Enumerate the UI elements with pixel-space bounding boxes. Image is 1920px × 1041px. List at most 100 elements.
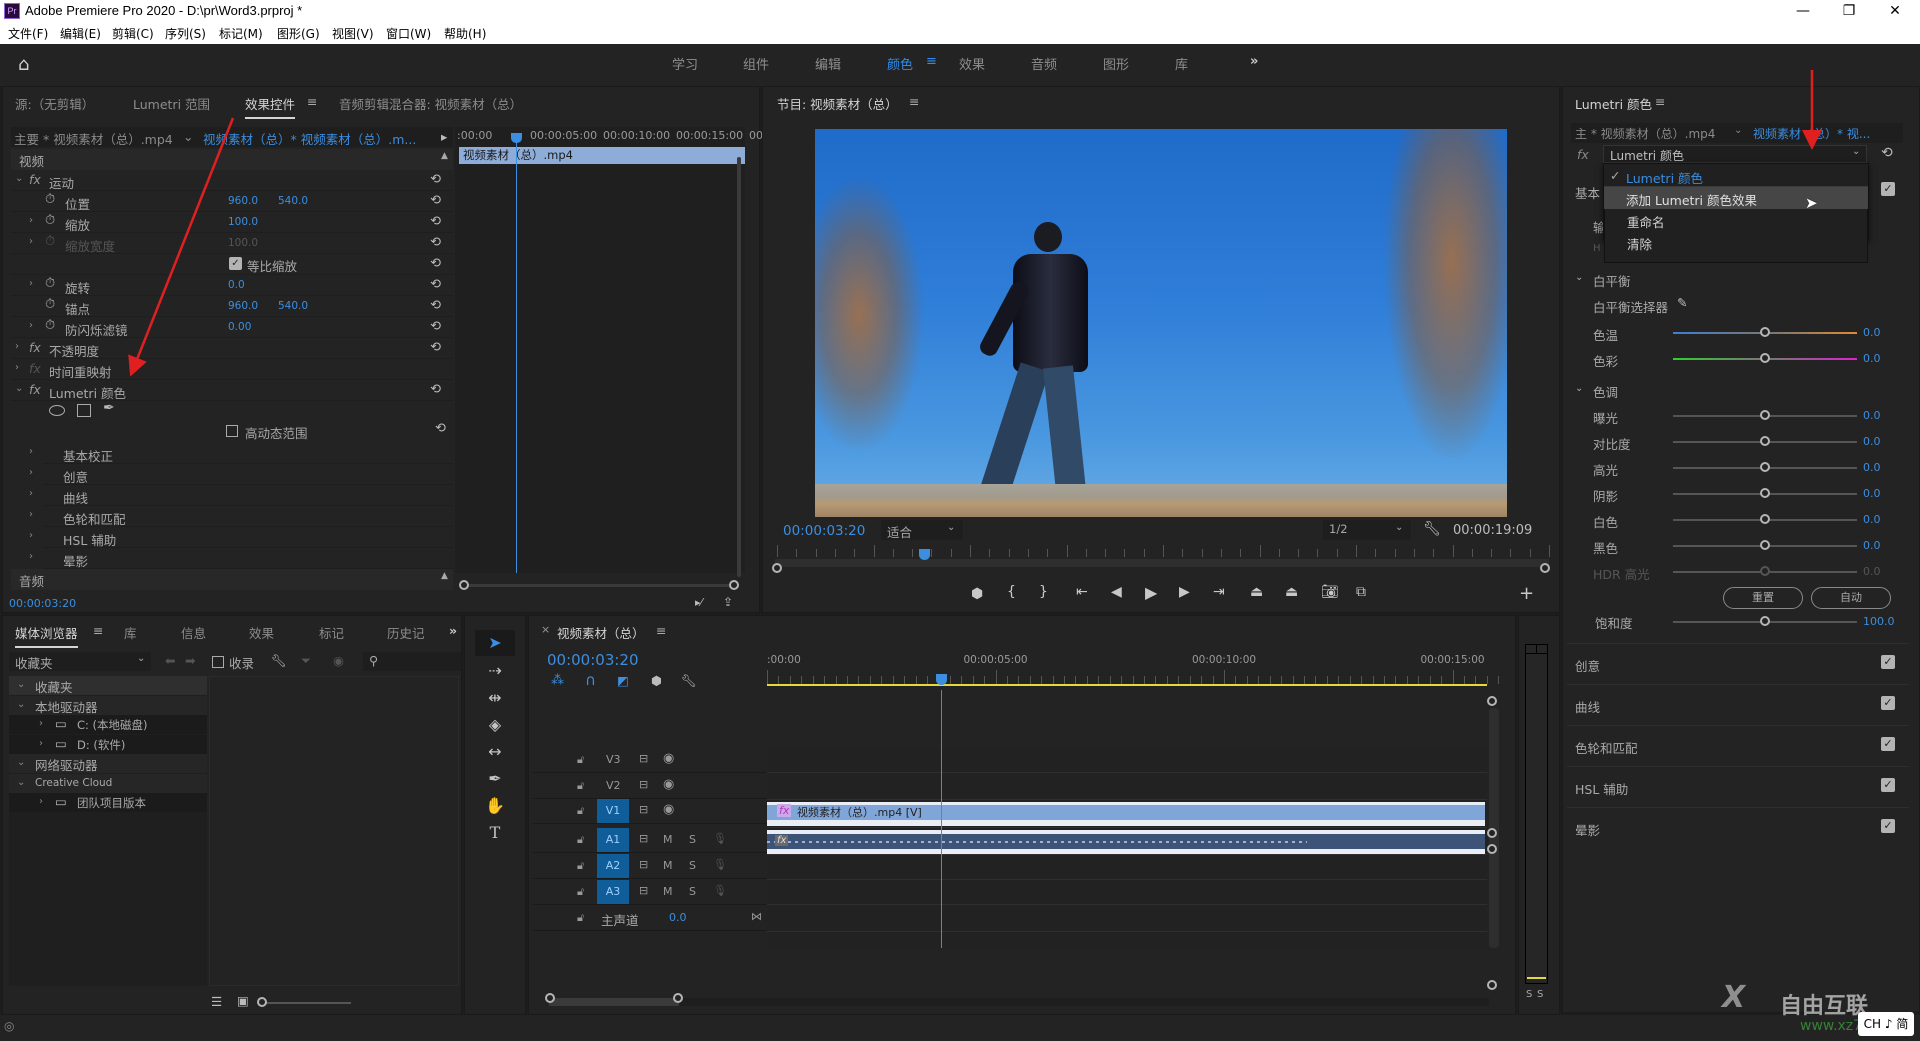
chevron-right-icon[interactable]: ›: [29, 509, 33, 520]
menu-item-add-lumetri[interactable]: 添加 Lumetri 颜色效果: [1604, 187, 1868, 209]
effect-mini-timeline[interactable]: :00:0000:00:05:0000:00:10:0000:00:15:000…: [455, 127, 774, 573]
menu-sequence[interactable]: 序列(S): [165, 25, 206, 42]
program-scrub-bar[interactable]: [775, 559, 1549, 567]
zoom-handle-right[interactable]: [729, 580, 739, 590]
play-icon[interactable]: ▶: [1145, 583, 1157, 602]
basic-correction-checkbox[interactable]: ✓: [1881, 182, 1895, 196]
effect-row[interactable]: › ⏱︎ 缩放宽度 100.0 ⟲: [11, 233, 453, 254]
pen-tool-icon[interactable]: ✒: [475, 766, 515, 792]
slider-knob[interactable]: [1760, 540, 1770, 550]
solo-button[interactable]: S: [689, 885, 696, 898]
collapse-up-icon[interactable]: ▲: [441, 571, 448, 581]
lumetri-section-checkbox[interactable]: ✓: [1881, 819, 1895, 833]
saturation-slider-knob[interactable]: [1760, 616, 1770, 626]
lumetri-section-checkbox[interactable]: ✓: [1881, 655, 1895, 669]
workspace-menu-icon[interactable]: ≡: [926, 54, 937, 69]
location-dropdown[interactable]: 收藏夹 ⌄: [9, 652, 151, 671]
stopwatch-icon[interactable]: ⏱︎: [45, 213, 55, 228]
media-tree-item[interactable]: ⌄ 本地驱动器: [9, 695, 207, 715]
media-tree-item[interactable]: › ▭ D: (软件): [9, 734, 207, 754]
slider-track-right[interactable]: [1769, 415, 1857, 417]
chevron-down-icon[interactable]: ⌄: [17, 699, 25, 710]
tab-source[interactable]: 源:（无剪辑）: [15, 94, 94, 113]
effect-row[interactable]: › ⏱︎ 旋转 0.0 ⟲: [11, 275, 453, 296]
vscroll-handle-mid[interactable]: [1487, 828, 1497, 838]
menu-graphics[interactable]: 图形(G): [277, 25, 320, 42]
mini-timeline-zoom-bar[interactable]: [461, 584, 739, 587]
lumetri-section-header[interactable]: 创意 ✓: [1567, 643, 1909, 683]
tab-info[interactable]: 信息: [181, 623, 206, 642]
more-tabs-icon[interactable]: »: [449, 623, 457, 638]
effect-row[interactable]: ⏱︎ 锚点 960.0 540.0 ⟲: [11, 296, 453, 317]
fx-icon[interactable]: fx: [29, 382, 41, 397]
chevron-down-icon[interactable]: ⌄: [1575, 272, 1583, 283]
slider-knob[interactable]: [1760, 488, 1770, 498]
lock-icon[interactable]: 🔓︎: [577, 779, 584, 793]
slider-value[interactable]: 0.0: [1863, 539, 1881, 552]
panel-menu-icon[interactable]: ≡: [656, 623, 666, 638]
stopwatch-icon[interactable]: ⏱︎: [45, 276, 55, 291]
chevron-right-icon[interactable]: ›: [39, 718, 43, 729]
step-forward-icon[interactable]: ▶: [1179, 584, 1190, 600]
lock-icon[interactable]: 🔓︎: [577, 833, 584, 847]
tab-menu-icon[interactable]: ≡: [307, 94, 317, 109]
stopwatch-icon[interactable]: ⏱︎: [45, 234, 55, 249]
mark-out-icon[interactable]: }: [1039, 584, 1048, 600]
microphone-icon[interactable]: 🎙︎: [713, 858, 727, 871]
slider-knob[interactable]: [1760, 436, 1770, 446]
play-triangle-icon[interactable]: ▸: [441, 129, 447, 144]
timeline-playhead[interactable]: [935, 674, 947, 685]
solo-right-button[interactable]: S: [1537, 989, 1543, 1000]
lock-icon[interactable]: 🔓︎: [577, 753, 584, 767]
effect-row[interactable]: › ⏱︎ 防闪烁滤镜 0.00 ⟲: [11, 317, 453, 338]
lumetri-clip-label[interactable]: 视频素材（总）* 视...: [1753, 125, 1870, 142]
view-icon[interactable]: ◉: [333, 653, 344, 668]
sequence-clip-label[interactable]: 视频素材（总）* 视频素材（总）.m...: [203, 129, 416, 148]
track-label[interactable]: V3: [606, 753, 621, 766]
hand-tool-icon[interactable]: ✋: [475, 793, 515, 819]
close-button[interactable]: ✕: [1872, 0, 1918, 22]
slider-knob[interactable]: [1760, 462, 1770, 472]
list-view-icon[interactable]: ☰: [211, 994, 222, 1009]
menu-edit[interactable]: 编辑(E): [60, 25, 101, 42]
property-value[interactable]: 0.0: [228, 279, 245, 291]
property-value[interactable]: 540.0: [278, 300, 308, 312]
filter-icon[interactable]: ▸⁄: [695, 596, 702, 609]
nest-icon[interactable]: ⁂: [551, 673, 564, 688]
wrench-icon[interactable]: 🔧︎: [1423, 521, 1441, 537]
saturation-value[interactable]: 100.0: [1863, 615, 1895, 628]
reset-icon[interactable]: ⟲: [430, 382, 441, 397]
timeline-sequence-title[interactable]: 视频素材（总）: [557, 623, 645, 642]
menu-item-clear[interactable]: 清除: [1627, 234, 1652, 253]
lumetri-section-row[interactable]: › 晕影: [29, 548, 453, 569]
menu-file[interactable]: 文件(F): [8, 25, 48, 42]
lumetri-section-row[interactable]: › HSL 辅助: [29, 527, 453, 548]
chevron-right-icon[interactable]: ›: [29, 215, 33, 226]
tab-history[interactable]: 历史记: [387, 623, 425, 642]
go-to-in-icon[interactable]: ⇤: [1076, 584, 1088, 600]
mute-button[interactable]: M: [663, 833, 673, 846]
vscroll-handle-mid2[interactable]: [1487, 844, 1497, 854]
slider-track-right[interactable]: [1769, 332, 1857, 334]
hscroll-handle-right[interactable]: [673, 993, 683, 1003]
menu-help[interactable]: 帮助(H): [444, 25, 486, 42]
slider-knob[interactable]: [1760, 566, 1770, 576]
track-target-toggle[interactable]: A1: [597, 828, 629, 852]
master-track-value[interactable]: 0.0: [669, 911, 687, 924]
export-icon[interactable]: ⇪: [723, 595, 733, 609]
fx-icon[interactable]: fx: [29, 172, 41, 187]
reset-icon[interactable]: ⟲: [430, 277, 441, 292]
extract-icon[interactable]: ⏏: [1285, 584, 1298, 600]
reset-icon[interactable]: ⟲: [430, 256, 441, 271]
tab-effect-controls[interactable]: 效果控件: [245, 94, 296, 119]
chevron-right-icon[interactable]: ›: [29, 320, 33, 331]
solo-left-button[interactable]: S: [1526, 989, 1532, 1000]
video-clip-v1[interactable]: fx 视频素材（总）.mp4 [V]: [767, 802, 1485, 826]
chevron-down-icon[interactable]: ⌄: [17, 679, 25, 690]
effect-row[interactable]: ✓ 等比缩放 ⟲: [11, 254, 453, 275]
property-value[interactable]: 960.0: [228, 195, 258, 207]
chevron-right-icon[interactable]: ›: [29, 467, 33, 478]
stopwatch-icon[interactable]: ⏱︎: [45, 318, 55, 333]
slider-value[interactable]: 0.0: [1863, 435, 1881, 448]
thumbnail-size-knob[interactable]: [257, 997, 267, 1007]
